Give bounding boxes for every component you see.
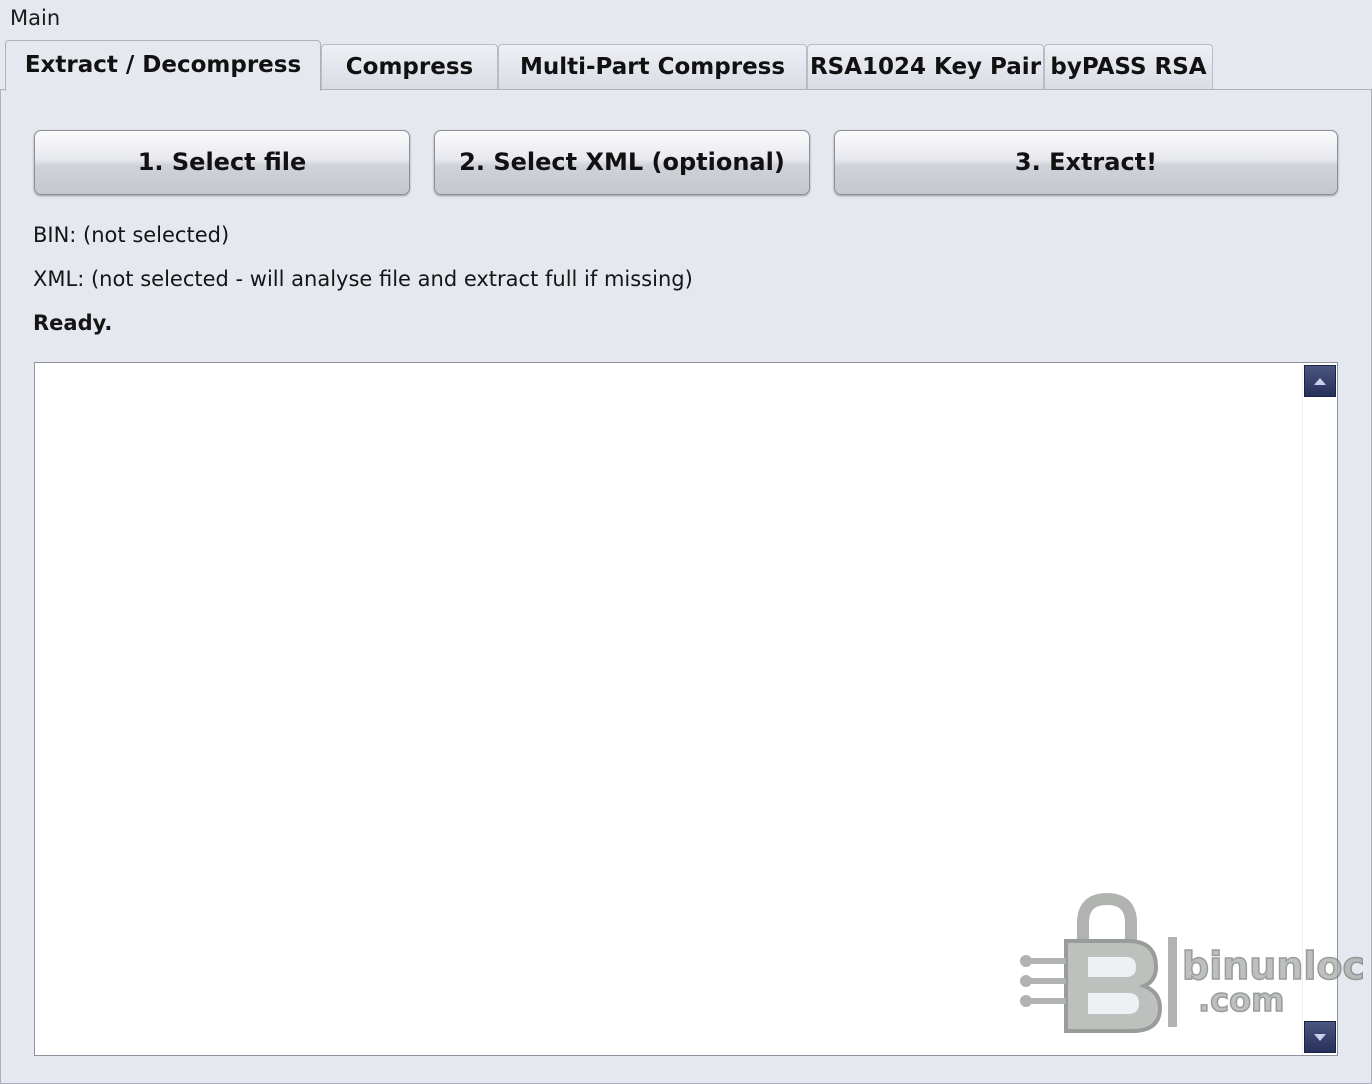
arrow-up-icon bbox=[1314, 377, 1326, 385]
tab-bar: Extract / Decompress Compress Multi-Part… bbox=[0, 40, 1372, 91]
tab-extract-decompress[interactable]: Extract / Decompress bbox=[5, 40, 321, 91]
select-xml-button[interactable]: 2. Select XML (optional) bbox=[434, 130, 810, 195]
arrow-down-icon bbox=[1314, 1033, 1326, 1041]
tab-rsa1024-key-pair[interactable]: RSA1024 Key Pair bbox=[807, 44, 1044, 89]
tab-multi-part-compress[interactable]: Multi-Part Compress bbox=[498, 44, 807, 89]
xml-status-label: XML: (not selected - will analyse file a… bbox=[33, 267, 693, 291]
binunlock-watermark-logo: binunlock .com bbox=[1020, 893, 1363, 1033]
tab-bypass-rsa[interactable]: byPASS RSA bbox=[1044, 44, 1213, 89]
extract-button[interactable]: 3. Extract! bbox=[834, 130, 1338, 195]
tab-compress[interactable]: Compress bbox=[321, 44, 498, 89]
watermark-text-com: .com bbox=[1198, 981, 1284, 1019]
scroll-up-button[interactable] bbox=[1304, 365, 1336, 397]
window-title: Main bbox=[10, 6, 61, 30]
bin-status-label: BIN: (not selected) bbox=[33, 223, 230, 247]
ready-status-label: Ready. bbox=[33, 311, 113, 335]
select-file-button[interactable]: 1. Select file bbox=[34, 130, 410, 195]
